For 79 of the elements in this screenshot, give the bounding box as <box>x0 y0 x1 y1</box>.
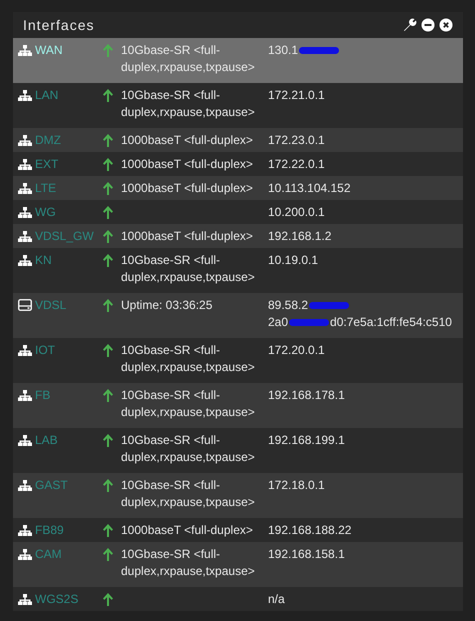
network-icon <box>18 183 32 194</box>
media-text: 1000baseT <full-duplex> <box>121 156 254 173</box>
interface-name[interactable]: WG <box>35 204 56 221</box>
media-text: 10Gbase-SR <full-duplex,rxpause,txpause> <box>121 252 256 286</box>
address-text: 10.200.0.1 <box>268 204 325 221</box>
media-text: 1000baseT <full-duplex> <box>121 522 254 539</box>
interface-name[interactable]: KN <box>35 252 52 269</box>
interface-name[interactable]: DMZ <box>35 132 61 149</box>
address-text: 192.168.158.1 <box>268 546 345 563</box>
interface-name[interactable]: IOT <box>35 342 55 359</box>
network-icon <box>18 390 32 401</box>
network-icon <box>18 135 32 146</box>
table-row[interactable]: FB 10Gbase-SR <full-duplex,rxpause,txpause> 192.168.178.1 <box>13 383 463 428</box>
media-text: 10Gbase-SR <full-duplex,rxpause,txpause> <box>121 387 256 421</box>
network-icon <box>18 90 32 101</box>
media-text: 10Gbase-SR <full-duplex,rxpause,txpause> <box>121 477 256 511</box>
network-icon <box>18 525 32 536</box>
media-text: 10Gbase-SR <full-duplex,rxpause,txpause> <box>121 546 256 580</box>
media-text: 10Gbase-SR <full-duplex,rxpause,txpause> <box>121 42 256 76</box>
address-text: 192.168.1.2 <box>268 228 332 245</box>
address-text: d0:7e5a:1cff:fe54:c510 <box>330 314 452 331</box>
table-row[interactable]: DMZ 1000baseT <full-duplex> 172.23.0.1 <box>13 128 463 152</box>
table-row[interactable]: VDSL Uptime: 03:36:25 89.58.2 2a0 d0:7e5a:1cff:fe54:c510 <box>13 293 463 338</box>
interface-name[interactable]: VDSL <box>35 297 66 314</box>
table-row[interactable]: LTE 1000baseT <full-duplex> 10.113.104.152 <box>13 176 463 200</box>
network-icon <box>18 345 32 356</box>
interface-name[interactable]: WGS2S <box>35 591 78 608</box>
media-text: 10Gbase-SR <full-duplex,rxpause,txpause> <box>121 87 256 121</box>
address-text: 192.168.199.1 <box>268 432 345 449</box>
network-icon <box>18 549 32 560</box>
network-icon <box>18 255 32 266</box>
interface-name[interactable]: LTE <box>35 180 56 197</box>
address-text: 172.20.0.1 <box>268 342 325 359</box>
network-icon <box>18 594 32 605</box>
close-icon[interactable] <box>439 18 453 32</box>
interface-name[interactable]: LAB <box>35 432 58 449</box>
network-icon <box>18 159 32 170</box>
media-text: 1000baseT <full-duplex> <box>121 228 254 245</box>
media-text: 1000baseT <full-duplex> <box>121 180 254 197</box>
address-text: 192.168.188.22 <box>268 522 352 539</box>
network-icon <box>18 435 32 446</box>
address-text: 2a0 <box>268 314 288 331</box>
interface-name[interactable]: LAN <box>35 87 58 104</box>
panel-title: Interfaces <box>23 16 94 34</box>
address-text: 192.168.178.1 <box>268 387 345 404</box>
address-text: 172.22.0.1 <box>268 156 325 173</box>
table-row[interactable]: CAM 10Gbase-SR <full-duplex,rxpause,txpause> 192.168.158.1 <box>13 542 463 587</box>
hard-drive-icon <box>18 299 32 311</box>
table-row[interactable]: WAN 10Gbase-SR <full-duplex,rxpause,txpause> 130.1 <box>13 38 463 83</box>
network-icon <box>18 480 32 491</box>
interface-name[interactable]: FB89 <box>35 522 64 539</box>
address-text: 10.19.0.1 <box>268 252 318 269</box>
interface-name[interactable]: WAN <box>35 42 63 59</box>
interface-name[interactable]: CAM <box>35 546 62 563</box>
address-text: 172.23.0.1 <box>268 132 325 149</box>
media-text: 10Gbase-SR <full-duplex,rxpause,txpause> <box>121 432 256 466</box>
address-text: 172.21.0.1 <box>268 87 325 104</box>
redaction-mark <box>299 47 340 54</box>
media-text: 1000baseT <full-duplex> <box>121 132 254 149</box>
address-text: n/a <box>268 591 285 608</box>
settings-icon[interactable] <box>403 18 417 32</box>
redaction-mark <box>289 319 330 326</box>
interface-name[interactable]: FB <box>35 387 50 404</box>
network-icon <box>18 231 32 242</box>
address-text: 10.113.104.152 <box>268 180 351 197</box>
table-row[interactable]: GAST 10Gbase-SR <full-duplex,rxpause,txpause> 172.18.0.1 <box>13 473 463 518</box>
table-row[interactable]: VDSL_GW 1000baseT <full-duplex> 192.168.1.2 <box>13 224 463 248</box>
interface-name[interactable]: EXT <box>35 156 58 173</box>
minimize-icon[interactable] <box>421 18 435 32</box>
address-text: 172.18.0.1 <box>268 477 325 494</box>
interface-name[interactable]: VDSL_GW <box>35 228 94 245</box>
address-text: 89.58.2 <box>268 297 308 314</box>
address-text: 130.1 <box>268 42 298 59</box>
media-text: 10Gbase-SR <full-duplex,rxpause,txpause> <box>121 342 256 376</box>
redaction-mark <box>309 302 350 309</box>
network-icon <box>18 207 32 218</box>
interface-name[interactable]: GAST <box>35 477 68 494</box>
media-text: Uptime: 03:36:25 <box>121 297 214 314</box>
network-icon <box>18 45 32 56</box>
